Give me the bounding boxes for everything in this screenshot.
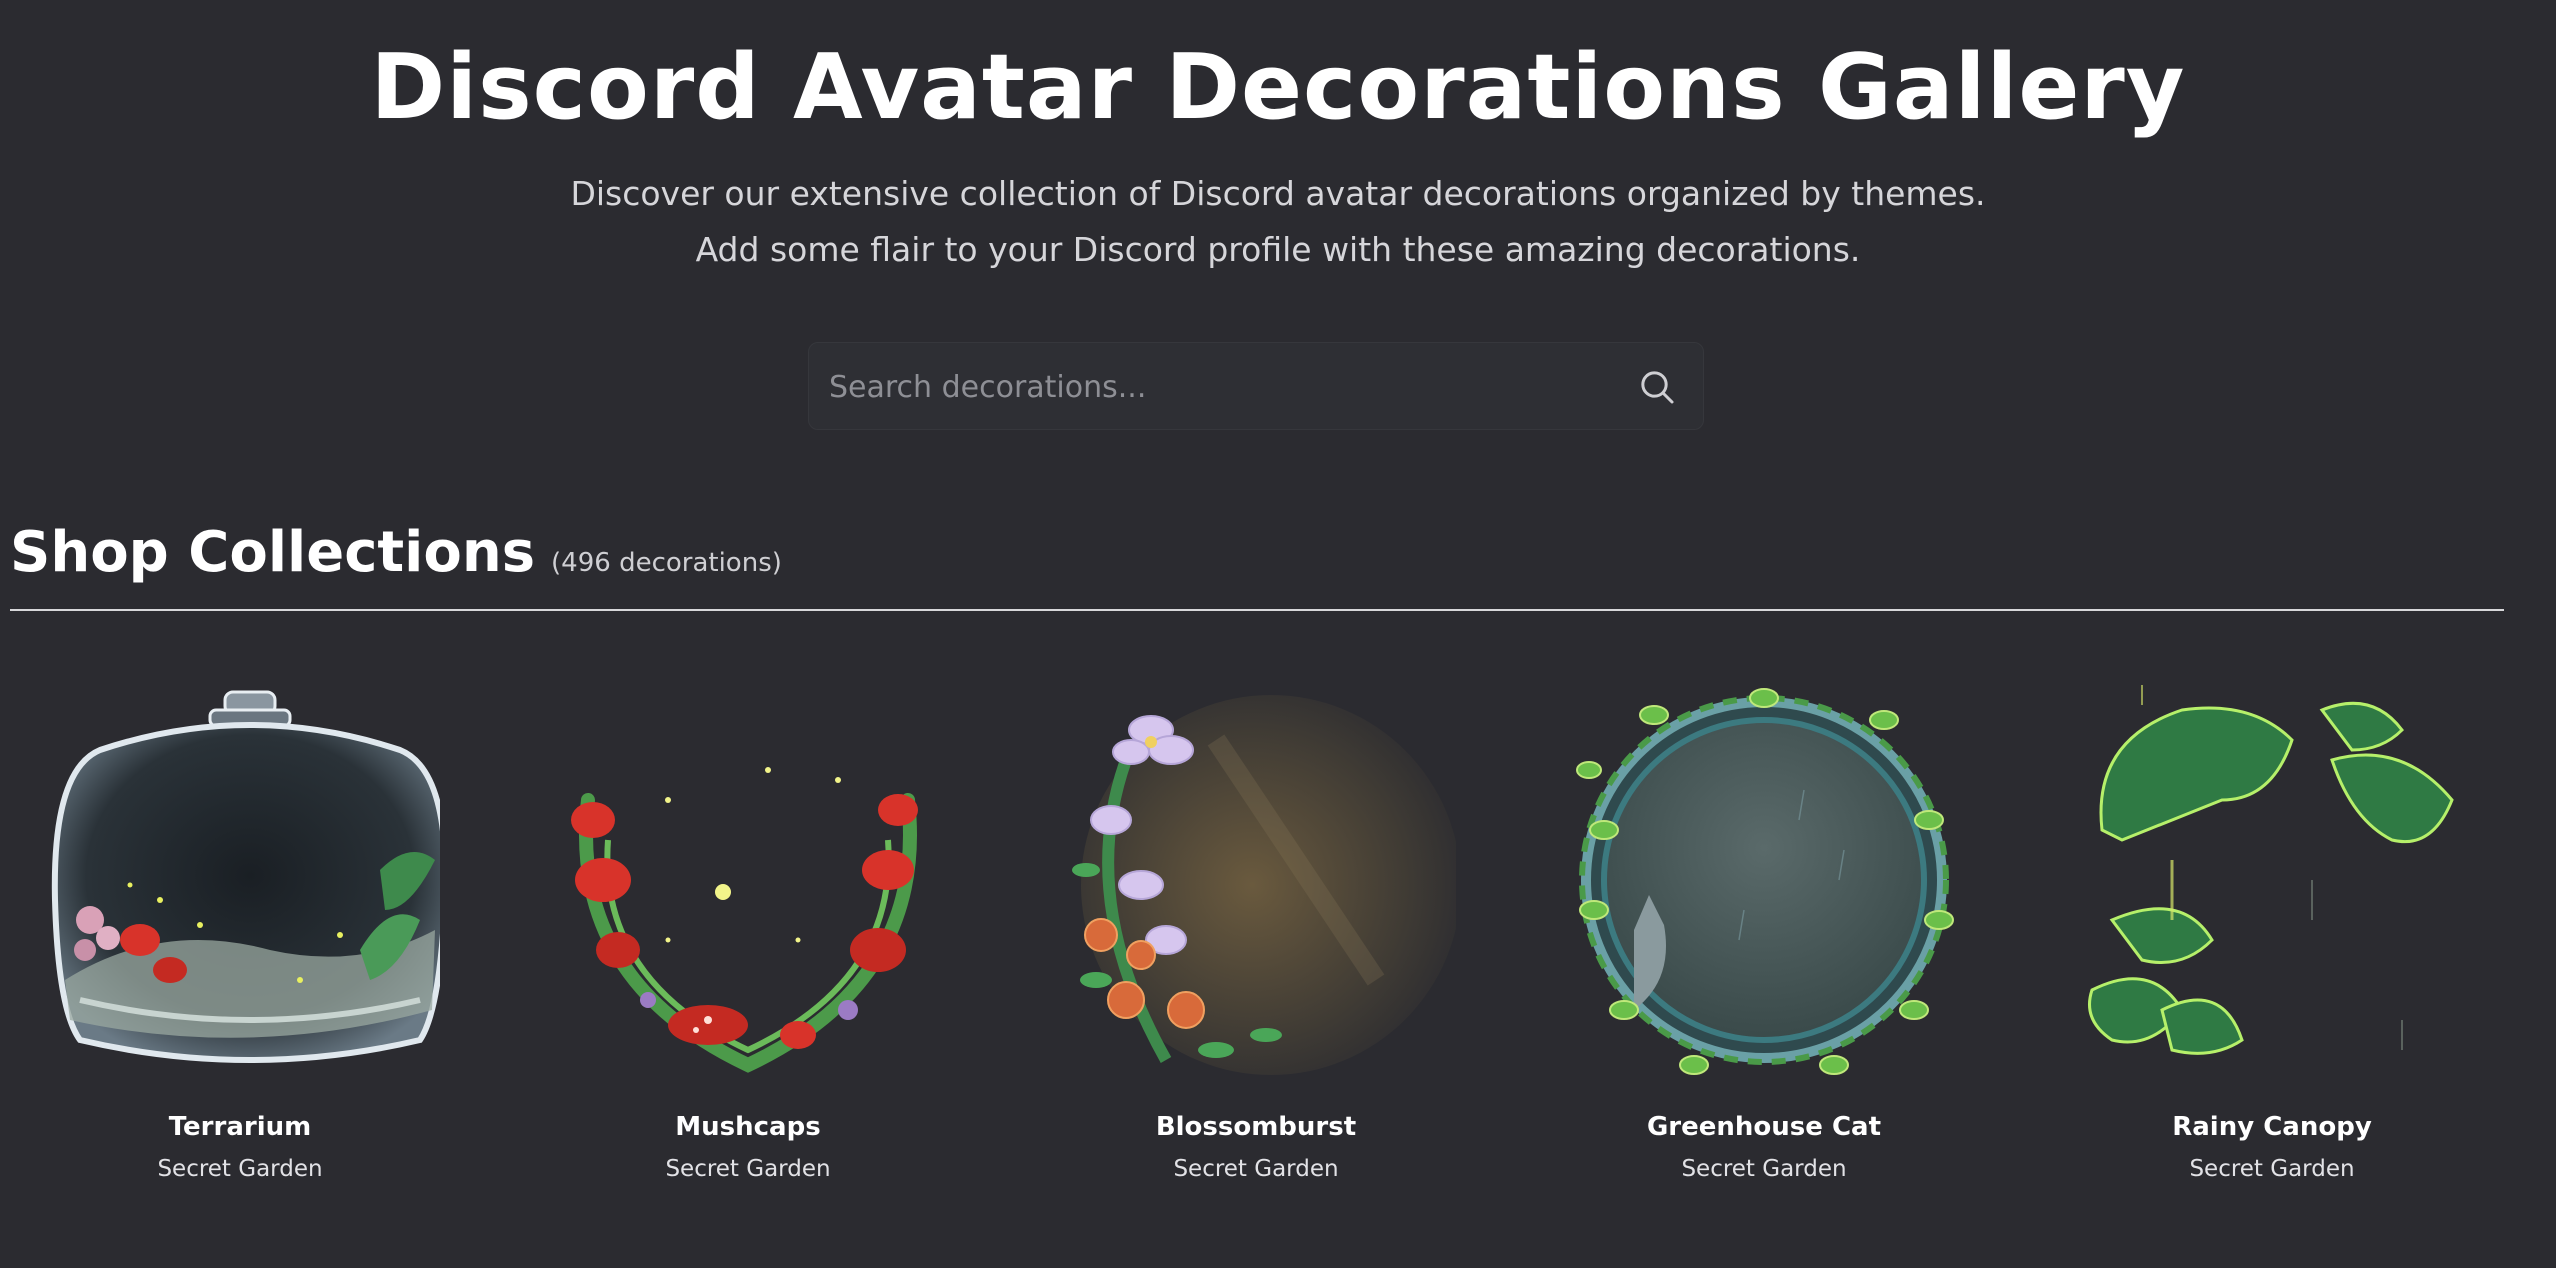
- decoration-name: Blossomburst: [1155, 1112, 1357, 1142]
- decoration-name: Greenhouse Cat: [1646, 1112, 1882, 1142]
- section-header: Shop Collections (496 decorations): [10, 520, 782, 600]
- decoration-card-mushcaps[interactable]: Mushcaps Secret Garden: [538, 680, 958, 1220]
- mushroom-wreath-decoration-icon: [571, 767, 918, 1073]
- decoration-name: Terrarium: [168, 1112, 312, 1142]
- section-title: Shop Collections: [10, 520, 536, 585]
- leaf-canopy-decoration-icon: [2088, 685, 2454, 1055]
- decoration-name: Mushcaps: [675, 1112, 821, 1142]
- decoration-collection: Secret Garden: [157, 1156, 323, 1182]
- decoration-collection: Secret Garden: [1681, 1156, 1847, 1182]
- decoration-card-blossomburst[interactable]: Blossomburst Secret Garden: [1046, 680, 1466, 1220]
- flower-frame-decoration-icon: [1072, 695, 1456, 1075]
- decoration-collection: Secret Garden: [665, 1156, 831, 1182]
- decoration-card-terrarium[interactable]: Terrarium Secret Garden: [30, 680, 450, 1220]
- decoration-card-greenhouse-cat[interactable]: Greenhouse Cat Secret Garden: [1554, 680, 1974, 1220]
- decoration-count: (496 decorations): [551, 548, 782, 578]
- decoration-collection: Secret Garden: [1173, 1156, 1339, 1182]
- gallery-page: Discord Avatar Decorations Gallery Disco…: [0, 0, 2556, 1268]
- decoration-name: Rainy Canopy: [2172, 1112, 2372, 1142]
- page-subtitle-line-1: Discover our extensive collection of Dis…: [570, 174, 1986, 213]
- page-title: Discord Avatar Decorations Gallery: [370, 35, 2186, 140]
- page-subtitle-line-2: Add some flair to your Discord profile w…: [695, 230, 1861, 269]
- decoration-collection: Secret Garden: [2189, 1156, 2355, 1182]
- search-input[interactable]: [827, 357, 1591, 417]
- decoration-card-rainy-canopy[interactable]: Rainy Canopy Secret Garden: [2062, 680, 2482, 1220]
- section-divider: [10, 609, 2504, 611]
- terrarium-decoration-icon: [51, 690, 440, 1063]
- search-bar: [808, 342, 1704, 430]
- vine-ring-cat-decoration-icon: [1576, 688, 1954, 1075]
- search-button[interactable]: [1631, 361, 1683, 413]
- search-icon: [1641, 371, 1674, 404]
